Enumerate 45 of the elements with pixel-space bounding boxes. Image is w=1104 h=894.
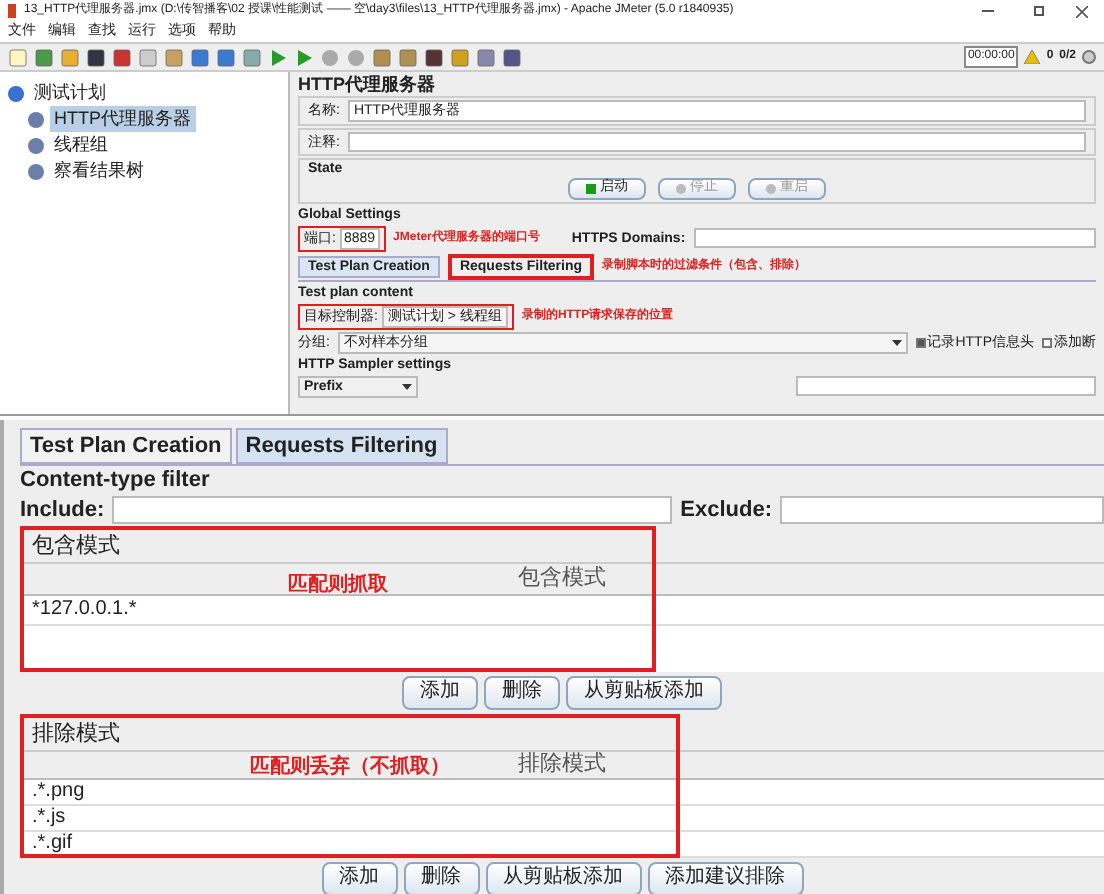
maximize-icon[interactable] xyxy=(1034,6,1044,16)
caret-icon xyxy=(891,339,902,346)
table-button[interactable]: 删除 xyxy=(403,862,479,894)
table-button[interactable]: 添加 xyxy=(321,862,397,894)
include-field[interactable] xyxy=(112,496,673,524)
column-header: 包含模式 xyxy=(518,564,606,594)
node-icon xyxy=(8,85,24,101)
table-row[interactable]: .*.gif xyxy=(20,832,1104,858)
table-row[interactable]: .*.png xyxy=(20,780,1104,806)
play-icon xyxy=(586,183,596,194)
table-button[interactable]: 删除 xyxy=(484,676,560,710)
panel-title: HTTP代理服务器 xyxy=(298,76,437,94)
close-icon[interactable] xyxy=(1076,5,1088,17)
table-button[interactable]: 添加建议排除 xyxy=(647,862,803,894)
prefix-value-field[interactable] xyxy=(796,376,1096,397)
field-label: Exclude: xyxy=(680,495,773,526)
column-header: 排除模式 xyxy=(518,752,606,778)
warning-icon xyxy=(1024,50,1041,64)
annotation-text: 匹配则抓取 xyxy=(288,571,388,600)
table-row[interactable]: .*.js xyxy=(20,806,1104,832)
annotation-text: 匹配则丢弃（不抓取） xyxy=(250,752,450,782)
checkbox[interactable] xyxy=(915,337,926,348)
node-icon xyxy=(28,137,44,153)
tab[interactable]: Requests Filtering xyxy=(235,428,448,464)
table-button[interactable]: 从剪贴板添加 xyxy=(566,676,722,710)
node-icon xyxy=(28,163,44,179)
table-button[interactable]: 从剪贴板添加 xyxy=(485,862,641,894)
tree-item[interactable]: HTTP代理服务器 xyxy=(50,105,195,133)
stop-icon xyxy=(676,183,686,194)
exclude-field[interactable] xyxy=(780,496,1104,524)
checkbox[interactable] xyxy=(1042,337,1052,348)
section-title: Content-type filter xyxy=(20,466,212,494)
table-button[interactable]: 添加 xyxy=(402,676,478,710)
stop-icon xyxy=(766,183,776,194)
field-label: Include: xyxy=(20,495,105,526)
comment-field[interactable] xyxy=(347,132,1086,152)
caret-icon xyxy=(402,383,412,390)
node-icon xyxy=(28,111,44,127)
tab[interactable]: Test Plan Creation xyxy=(20,428,232,464)
tree-item[interactable]: 测试计划 xyxy=(30,79,110,107)
section-title: 排除模式 xyxy=(20,714,1104,752)
section-title: 包含模式 xyxy=(20,526,1104,564)
https-domains-field[interactable] xyxy=(693,228,1096,249)
tree-item[interactable]: 察看结果树 xyxy=(50,157,148,185)
tree-item[interactable]: 线程组 xyxy=(50,131,112,159)
